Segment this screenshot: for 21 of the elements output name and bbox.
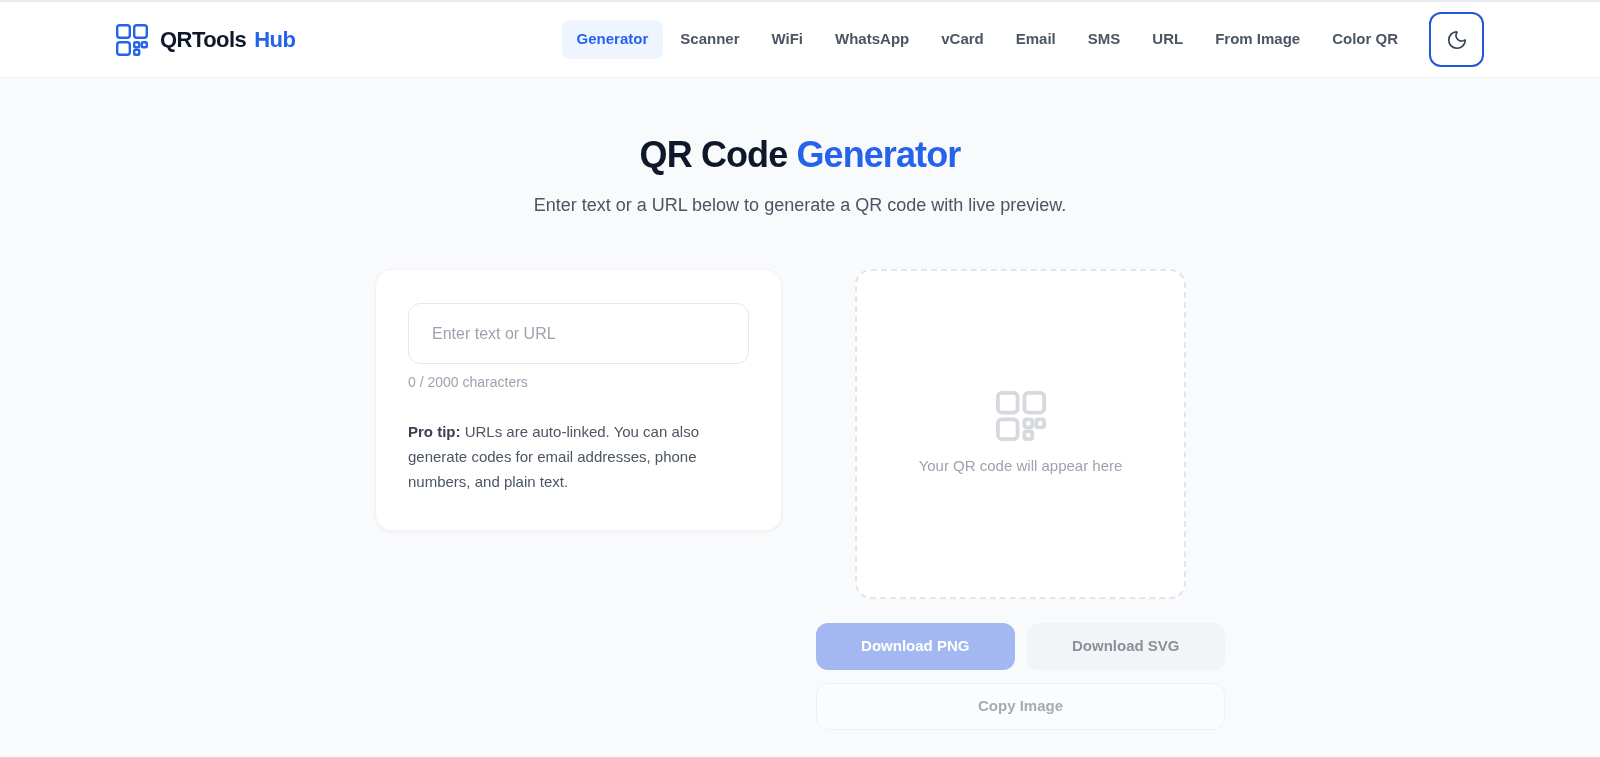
nav-tab[interactable]: WhatsApp: [820, 20, 925, 59]
nav-tab[interactable]: Color QR: [1317, 20, 1413, 59]
logo-icon: [116, 23, 148, 56]
nav-tab[interactable]: Scanner: [665, 20, 755, 59]
nav-tab[interactable]: WiFi: [756, 20, 819, 59]
logo-text: QRTools Hub: [160, 26, 296, 54]
page-title: QR Code Generator: [639, 135, 961, 175]
page-subtitle: Enter text or a URL below to generate a QR code with live preview.: [533, 194, 1067, 217]
nav-tab[interactable]: URL: [1137, 20, 1199, 59]
nav-tab[interactable]: Generator: [561, 20, 664, 59]
qr-code-icon: [995, 390, 1046, 441]
nav-tab[interactable]: vCard: [926, 20, 999, 59]
pro-tip-text: Pro tip: URLs are auto-linked. You can also generate codes for email addresses, phone numbers, and plain text.: [408, 422, 700, 492]
preview-placeholder-text: Your QR code will appear here: [918, 455, 1123, 476]
nav-tab[interactable]: From Image: [1200, 20, 1316, 59]
theme-toggle-button[interactable]: [1429, 12, 1484, 67]
moon-icon: [1445, 28, 1468, 51]
nav-tab[interactable]: Email: [1000, 20, 1071, 59]
nav-tab[interactable]: SMS: [1072, 20, 1136, 59]
character-counter: 0 / 2000 characters: [408, 373, 529, 392]
text-input-field[interactable]: Enter text or URL: [408, 303, 749, 364]
